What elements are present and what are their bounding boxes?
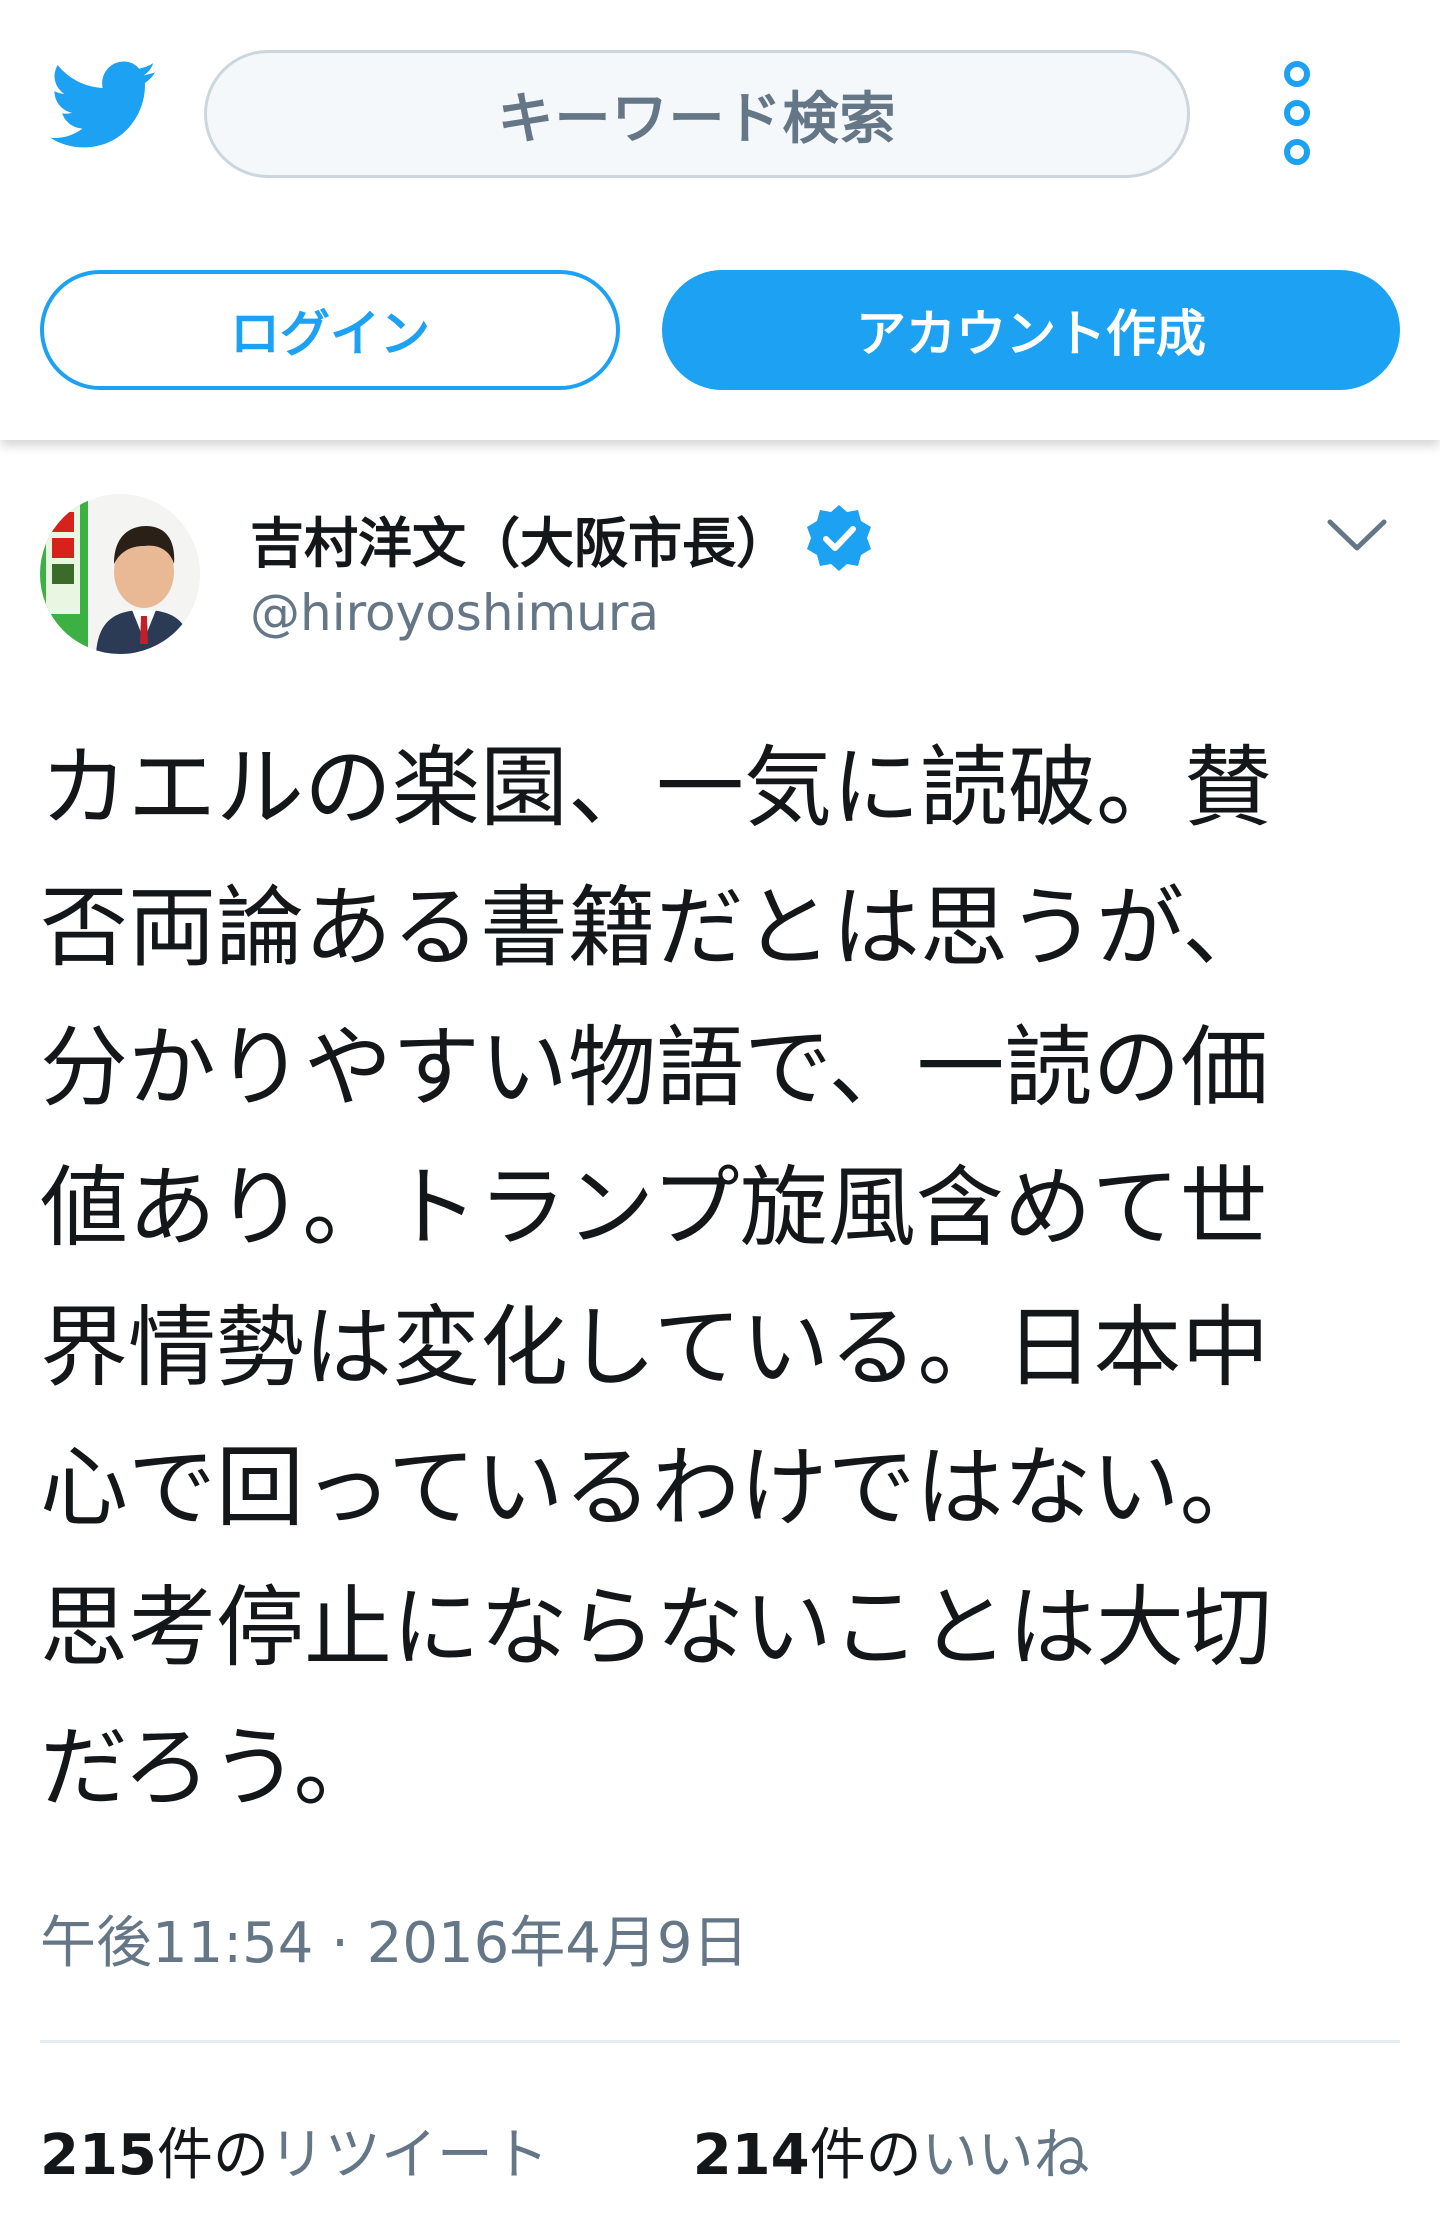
like-count-unit: 件の — [809, 2123, 922, 2188]
tweet-text-line: 心で回っているわけではない。 — [40, 1436, 1268, 1539]
divider — [40, 2040, 1400, 2043]
retweet-count: 215 — [40, 2123, 157, 2188]
tweet-page: キーワード検索 ログイン アカウント作成 吉村洋文（大阪市長） @hiroyos… — [0, 0, 1440, 2236]
login-button-label: ログイン — [230, 305, 430, 363]
search-input[interactable]: キーワード検索 — [204, 50, 1190, 178]
user-handle[interactable]: @hiroyoshimura — [250, 584, 659, 642]
search-placeholder: キーワード検索 — [497, 86, 897, 152]
like-count: 214 — [692, 2123, 810, 2188]
tweet-timestamp[interactable]: 午後11:54 · 2016年4月9日 — [40, 1898, 749, 1979]
tweet-text: カエルの楽園、一気に読破。賛 否両論ある書籍だとは思うが、 分かりやすい物語で、… — [40, 718, 1420, 1838]
tweet-text-line: 思考停止にならないことは大切 — [40, 1576, 1273, 1679]
retweet-label: リツイート — [268, 2123, 549, 2188]
display-name-text: 吉村洋文（大阪市長） — [250, 511, 790, 575]
tweet-text-line: 否両論ある書籍だとは思うが、 — [40, 876, 1271, 979]
like-count-link[interactable]: 214件のいいね — [693, 2110, 1090, 2191]
avatar[interactable] — [40, 494, 200, 654]
twitter-bird-icon[interactable] — [50, 58, 158, 154]
signup-button[interactable]: アカウント作成 — [662, 270, 1400, 390]
tweet-text-line: 分かりやすい物語で、一読の価 — [40, 1016, 1269, 1119]
tweet-stats: 215件のリツイート 214件のいいね — [40, 2110, 1090, 2188]
tweet-text-line: 値あり。トランプ旋風含めて世 — [40, 1156, 1268, 1259]
more-vertical-icon[interactable] — [1272, 60, 1322, 166]
tweet-text-line: 界情勢は変化している。日本中 — [40, 1296, 1270, 1399]
login-button[interactable]: ログイン — [40, 270, 620, 390]
signup-button-label: アカウント作成 — [856, 305, 1206, 363]
top-header: キーワード検索 ログイン アカウント作成 — [0, 0, 1440, 440]
display-name[interactable]: 吉村洋文（大阪市長） — [250, 500, 874, 576]
retweet-count-link[interactable]: 215件のリツイート — [40, 2110, 549, 2191]
tweet-text-line: だろう。 — [40, 1716, 382, 1819]
retweet-count-unit: 件の — [156, 2123, 269, 2188]
tweet-text-line: カエルの楽園、一気に読破。賛 — [40, 736, 1273, 839]
verified-badge-icon — [804, 503, 874, 573]
chevron-down-icon[interactable] — [1324, 510, 1390, 560]
like-label: いいね — [921, 2123, 1090, 2188]
